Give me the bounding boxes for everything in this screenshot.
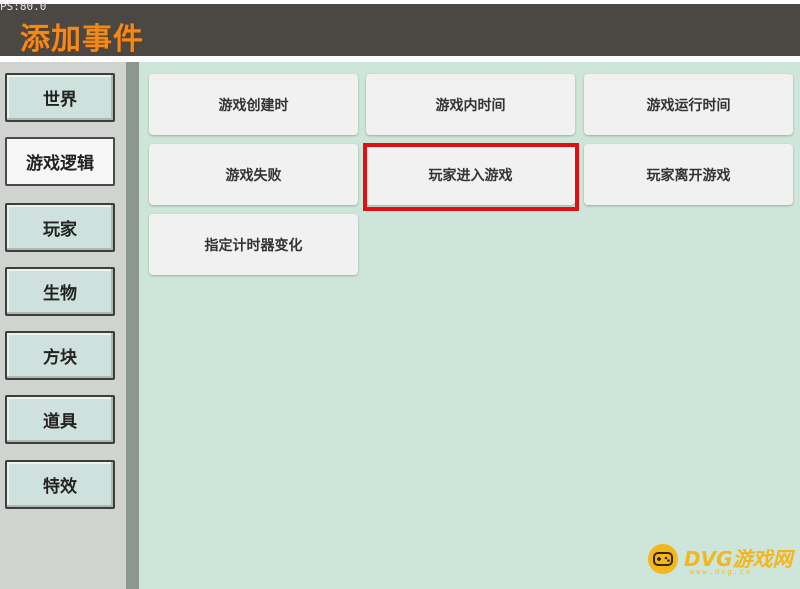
gamepad-icon bbox=[648, 544, 678, 574]
sidebar-item-creature[interactable]: 生物 bbox=[5, 267, 115, 316]
event-game-time[interactable]: 游戏内时间 bbox=[366, 74, 575, 135]
event-player-leave[interactable]: 玩家离开游戏 bbox=[584, 144, 793, 205]
sidebar-item-game-logic[interactable]: 游戏逻辑 bbox=[5, 137, 115, 186]
sidebar-item-block[interactable]: 方块 bbox=[5, 331, 115, 380]
event-game-created[interactable]: 游戏创建时 bbox=[149, 74, 358, 135]
sidebar-item-effect[interactable]: 特效 bbox=[5, 460, 115, 509]
page-title: 添加事件 bbox=[20, 22, 144, 57]
sidebar-divider bbox=[126, 62, 139, 589]
sidebar-item-world[interactable]: 世界 bbox=[5, 73, 115, 122]
header-bar: 添加事件 bbox=[0, 4, 800, 57]
sidebar-item-item[interactable]: 道具 bbox=[5, 395, 115, 444]
sidebar-item-player[interactable]: 玩家 bbox=[5, 203, 115, 252]
event-player-join[interactable]: 玩家进入游戏 bbox=[366, 144, 575, 205]
watermark-subtext: www.dvg.cn bbox=[690, 568, 753, 576]
fps-readout: PS:80.0 bbox=[0, 0, 47, 13]
watermark-text: DVG游戏网 bbox=[684, 547, 793, 571]
event-list-panel bbox=[139, 62, 800, 589]
event-game-failed[interactable]: 游戏失败 bbox=[149, 144, 358, 205]
event-timer-change[interactable]: 指定计时器变化 bbox=[149, 214, 358, 275]
event-game-runtime[interactable]: 游戏运行时间 bbox=[584, 74, 793, 135]
